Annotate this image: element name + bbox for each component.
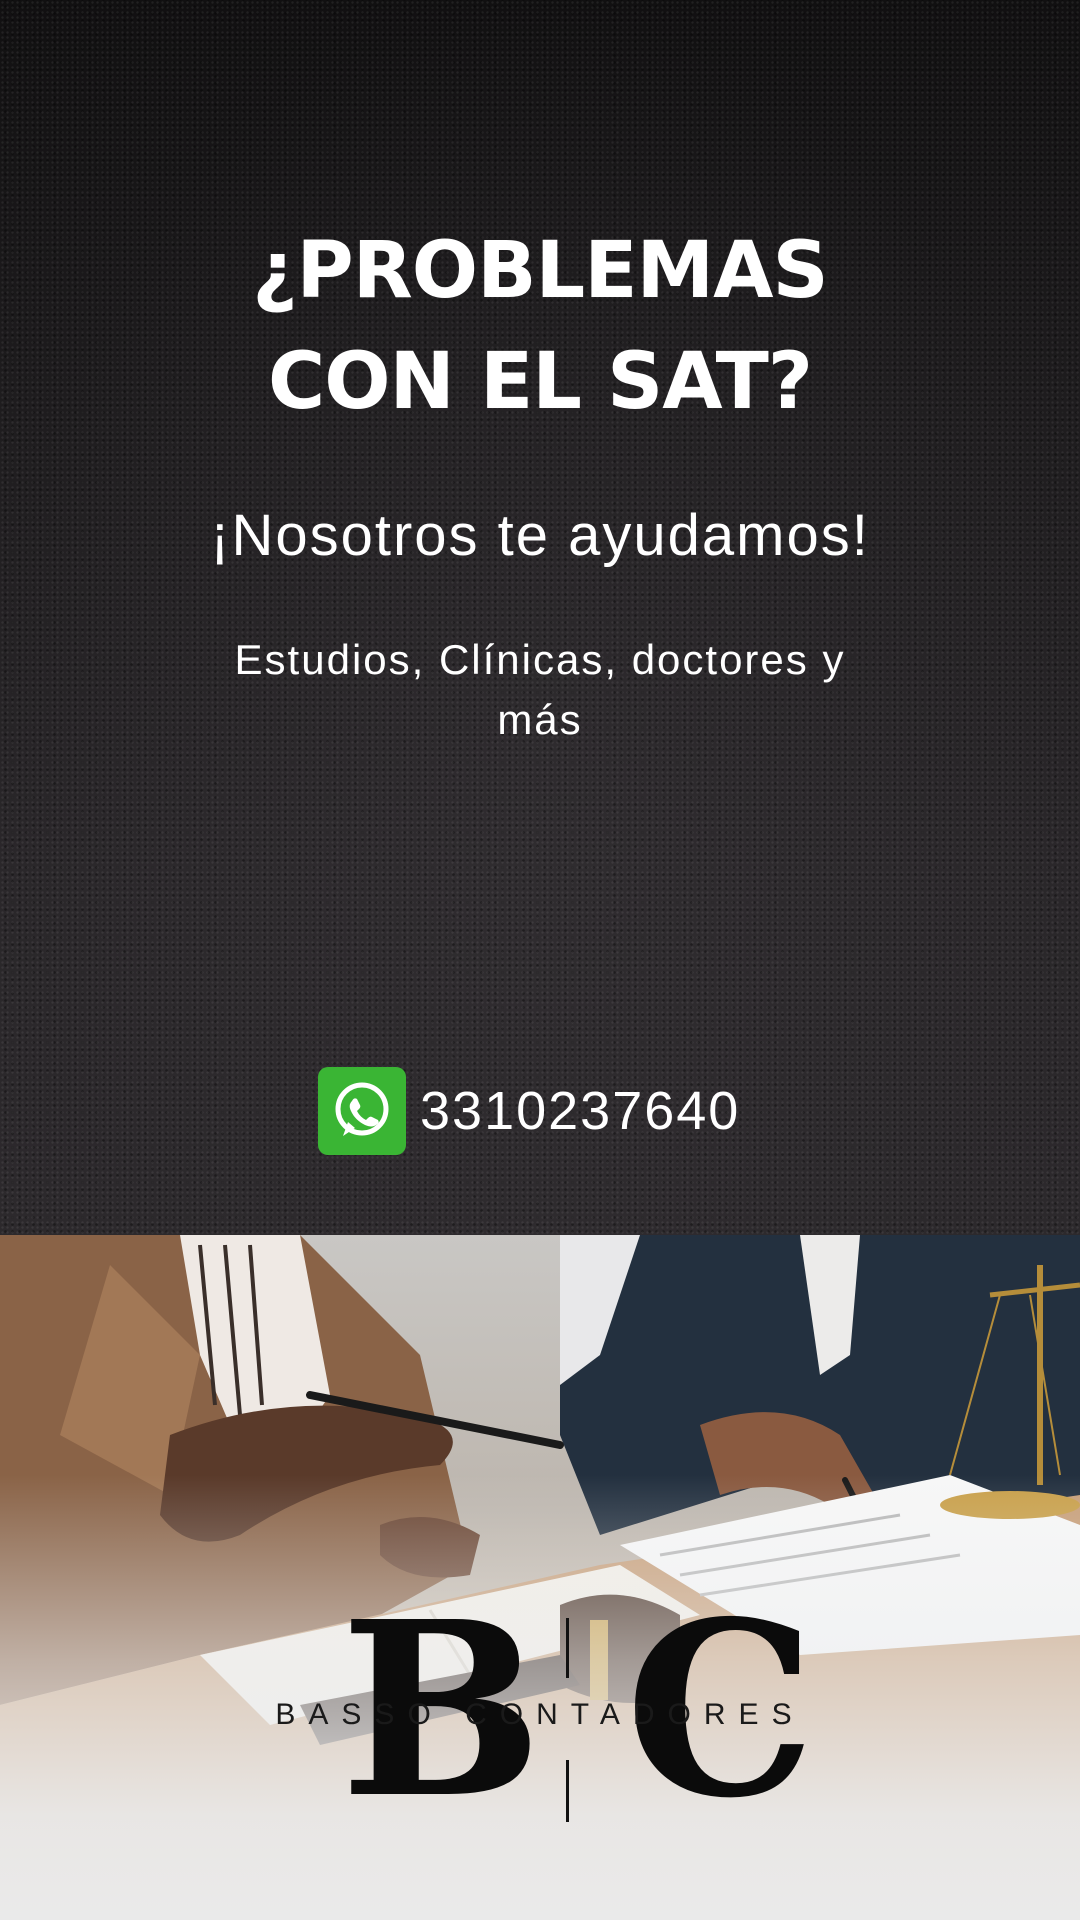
texture-overlay — [0, 0, 1080, 1235]
headline-line-2: CON EL SAT? — [267, 337, 813, 427]
whatsapp-icon[interactable] — [318, 1067, 406, 1155]
logo-divider-bottom — [566, 1760, 569, 1822]
subheadline: ¡Nosotros te ayudamos! — [210, 503, 870, 568]
whatsapp-contact[interactable]: 3310237640 — [318, 1066, 740, 1156]
logo-name: BASSO CONTADORES — [275, 1698, 805, 1731]
dark-textured-background — [0, 0, 1080, 1235]
headline-line-1: ¿PROBLEMAS — [252, 226, 828, 316]
logo-divider-top — [566, 1618, 569, 1678]
services-text: Estudios, Clínicas, doctores y más — [234, 636, 846, 743]
phone-number[interactable]: 3310237640 — [420, 1080, 740, 1142]
